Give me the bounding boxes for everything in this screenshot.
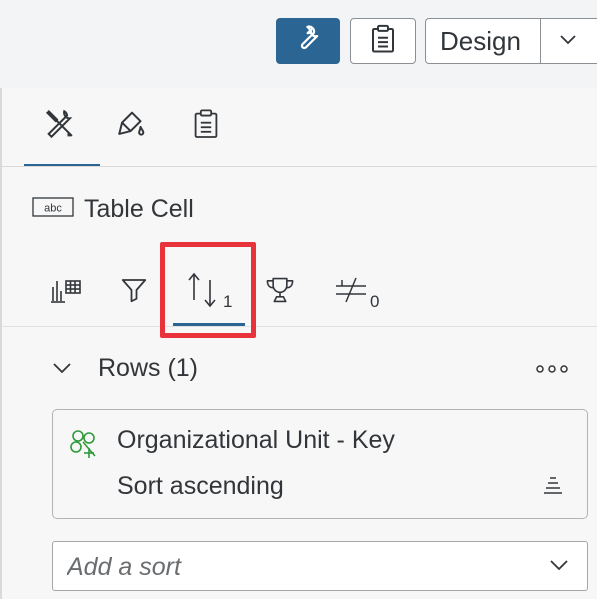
builder-panel: abc Table Cell 1 0 Rows (1) Organization…: [0, 88, 597, 599]
chevron-down-icon[interactable]: [50, 360, 74, 381]
clipboard-icon: [370, 24, 396, 59]
text-field-icon: abc: [32, 195, 74, 224]
rows-section-title: Rows (1): [98, 354, 199, 382]
chevron-down-icon[interactable]: [558, 33, 578, 52]
sort-order-label: Sort ascending: [117, 472, 284, 500]
builder-subtab-bar: 1 0: [2, 238, 597, 326]
sort-dimension-name: Organizational Unit - Key: [117, 426, 395, 454]
tab-filters[interactable]: [110, 268, 158, 316]
trophy-icon: [264, 275, 296, 310]
top-toolbar: Design: [0, 0, 597, 88]
sort-ascending-icon[interactable]: [541, 474, 565, 501]
paint-brush-icon: [115, 107, 149, 146]
exception-icon: 0: [328, 268, 388, 316]
tab-data[interactable]: [42, 268, 90, 316]
tab-notes[interactable]: [186, 106, 226, 146]
add-sort-input[interactable]: [67, 550, 507, 584]
tab-ranking[interactable]: [256, 268, 304, 316]
panel-tab-bar: [2, 88, 597, 167]
exception-count-badge: 0: [370, 292, 380, 311]
filter-icon: [119, 275, 149, 310]
wrench-button[interactable]: [276, 18, 340, 64]
tab-exceptions[interactable]: 0: [328, 268, 388, 316]
mode-select-divider: [540, 19, 541, 63]
sort-item-card[interactable]: Organizational Unit - Key Sort ascending: [52, 409, 588, 519]
rows-section-header[interactable]: Rows (1): [50, 352, 580, 388]
wrench-icon: [293, 24, 323, 59]
highlight-box: [160, 242, 256, 338]
tools-icon: [43, 107, 77, 146]
selected-widget-label: Table Cell: [84, 194, 194, 223]
mode-select[interactable]: Design: [425, 18, 597, 64]
mode-select-value: Design: [440, 26, 521, 56]
bar-chart-icon: [48, 275, 84, 310]
hierarchy-icon: [67, 428, 99, 465]
clipboard-icon: [193, 108, 219, 145]
tab-styling[interactable]: [112, 106, 152, 146]
tab-builder[interactable]: [40, 106, 80, 146]
clipboard-button[interactable]: [350, 18, 416, 64]
add-sort-dropdown[interactable]: [52, 541, 588, 591]
svg-text:abc: abc: [44, 202, 62, 214]
selected-widget: abc Table Cell: [32, 192, 194, 226]
subtab-bar-divider: [2, 326, 597, 327]
tab-bar-divider: [2, 166, 597, 167]
more-icon[interactable]: [532, 354, 572, 384]
chevron-down-icon[interactable]: [547, 557, 571, 578]
